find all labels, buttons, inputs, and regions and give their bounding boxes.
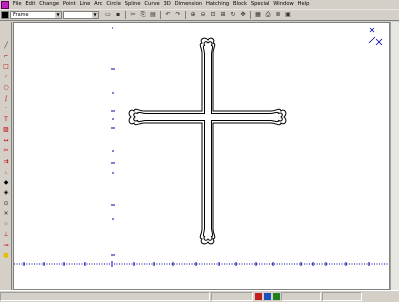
dimension-tool-icon[interactable]: ↔ xyxy=(2,137,10,144)
layer-color-icon[interactable]: ■ xyxy=(2,252,10,259)
properties-icon[interactable]: ▣ xyxy=(284,11,292,19)
print-icon[interactable]: ⎙ xyxy=(264,11,272,19)
grid-mode-icon[interactable] xyxy=(273,293,280,300)
menu-block[interactable]: Block xyxy=(231,0,249,9)
menu-edit[interactable]: Edit xyxy=(23,0,37,9)
copy-icon[interactable]: ⎘ xyxy=(139,11,147,19)
redraw-icon[interactable]: ↻ xyxy=(229,11,237,19)
menu-help[interactable]: Help xyxy=(296,0,312,9)
trim-tool-icon[interactable]: ✂ xyxy=(2,147,10,154)
snap-intersection-icon[interactable]: ✕ xyxy=(2,210,10,217)
hatch-tool-icon[interactable]: ▨ xyxy=(2,126,10,133)
drawing-svg xyxy=(14,27,389,267)
snap-tangent-icon[interactable]: ⊸ xyxy=(2,242,10,249)
line-tool-icon[interactable]: ╱ xyxy=(2,42,10,49)
toolbar: Frame ▼ ▼ ▭ ▪ ✂ ⎘ ▤ ↶ ↷ ⊕ ⊖ ⊡ ⊞ ↻ ✥ ▦ ⎙ ≣ ▣ xyxy=(0,10,399,21)
arc-tool-icon[interactable]: ◜ xyxy=(2,74,10,81)
toolbar-separator xyxy=(185,11,186,19)
status-message xyxy=(0,292,210,301)
vertical-ruler xyxy=(111,27,115,256)
toolbar-separator xyxy=(160,11,161,19)
layer-select[interactable]: Frame ▼ xyxy=(10,11,62,19)
status-zoom xyxy=(281,292,321,301)
redo-icon[interactable]: ↷ xyxy=(174,11,182,19)
offset-tool-icon[interactable]: ⇉ xyxy=(2,158,10,165)
menu-dimension[interactable]: Dimension xyxy=(173,0,204,9)
menubar: File Edit Change Point Line Arc Circle Spline Cu… xyxy=(0,0,399,10)
linetype-select[interactable]: ▼ xyxy=(63,11,99,19)
cross-inner-outline[interactable] xyxy=(133,41,283,241)
menu-change[interactable]: Change xyxy=(37,0,61,9)
vertical-scrollbar[interactable] xyxy=(390,22,399,290)
rectangle-tool-icon[interactable]: □ xyxy=(2,63,10,70)
statusbar xyxy=(0,290,399,302)
left-toolbox: ╱ ⌐ □ ◜ ○ ∫ · T ▨ ↔ ✂ ⇉ ◟ ◆ ◈ ⊙ ✕ ⁘ ⊥ ⊸ ■ xyxy=(0,22,12,290)
layer-manager-icon[interactable]: ≣ xyxy=(274,11,282,19)
snap-midpoint-icon[interactable]: ◈ xyxy=(2,189,10,196)
chevron-down-icon[interactable]: ▼ xyxy=(92,12,98,18)
point-tool-icon[interactable]: · xyxy=(2,105,10,112)
fillet-tool-icon[interactable]: ◟ xyxy=(2,168,10,175)
snap-grid-icon[interactable]: ⁘ xyxy=(2,221,10,228)
snap-mode-icon[interactable] xyxy=(255,293,262,300)
app-icon[interactable] xyxy=(1,0,9,9)
menu-window[interactable]: Window xyxy=(271,0,295,9)
status-layer xyxy=(322,292,362,301)
toolbar-separator xyxy=(125,11,126,19)
horizontal-ruler xyxy=(14,261,389,267)
toolbar-separator xyxy=(250,11,251,19)
snap-perpendicular-icon[interactable]: ⊥ xyxy=(2,231,10,238)
snap-center-icon[interactable]: ⊙ xyxy=(2,200,10,207)
polyline-tool-icon[interactable]: ⌐ xyxy=(2,53,10,60)
zoom-out-icon[interactable]: ⊖ xyxy=(199,11,207,19)
drawing-canvas[interactable] xyxy=(13,22,390,290)
menu-special[interactable]: Special xyxy=(249,0,271,9)
grid-icon[interactable]: ▦ xyxy=(254,11,262,19)
status-coordinates xyxy=(211,292,253,301)
menu-curve[interactable]: Curve xyxy=(143,0,162,9)
toolbar-buttons: ▭ ▪ ✂ ⎘ ▤ ↶ ↷ ⊕ ⊖ ⊡ ⊞ ↻ ✥ ▦ ⎙ ≣ ▣ xyxy=(103,11,293,19)
cut-icon[interactable]: ✂ xyxy=(129,11,137,19)
color-swatch[interactable] xyxy=(1,11,9,19)
menu-line[interactable]: Line xyxy=(78,0,93,9)
cross-outer-outline[interactable] xyxy=(128,37,287,245)
new-icon[interactable]: ▭ xyxy=(104,11,112,19)
circle-tool-icon[interactable]: ○ xyxy=(2,84,10,91)
menu-hatching[interactable]: Hatching xyxy=(204,0,231,9)
pan-icon[interactable]: ✥ xyxy=(239,11,247,19)
menu-spline[interactable]: Spline xyxy=(123,0,143,9)
save-icon[interactable]: ▪ xyxy=(114,11,122,19)
menu-point[interactable]: Point xyxy=(61,0,78,9)
ortho-mode-icon[interactable] xyxy=(264,293,271,300)
chevron-down-icon[interactable]: ▼ xyxy=(55,12,61,18)
menu-circle[interactable]: Circle xyxy=(104,0,122,9)
zoom-all-icon[interactable]: ⊞ xyxy=(219,11,227,19)
snap-endpoint-icon[interactable]: ◆ xyxy=(2,179,10,186)
menu-file[interactable]: File xyxy=(11,0,23,9)
paste-icon[interactable]: ▤ xyxy=(149,11,157,19)
menu-items: File Edit Change Point Line Arc Circle Spline Cu… xyxy=(11,0,311,9)
text-tool-icon[interactable]: T xyxy=(2,116,10,123)
menu-3d[interactable]: 3D xyxy=(162,0,173,9)
zoom-window-icon[interactable]: ⊡ xyxy=(209,11,217,19)
zoom-in-icon[interactable]: ⊕ xyxy=(189,11,197,19)
axis-indicator xyxy=(368,27,383,46)
undo-icon[interactable]: ↶ xyxy=(164,11,172,19)
layer-select-value: Frame xyxy=(13,12,29,18)
menu-arc[interactable]: Arc xyxy=(92,0,104,9)
spline-tool-icon[interactable]: ∫ xyxy=(2,95,10,102)
